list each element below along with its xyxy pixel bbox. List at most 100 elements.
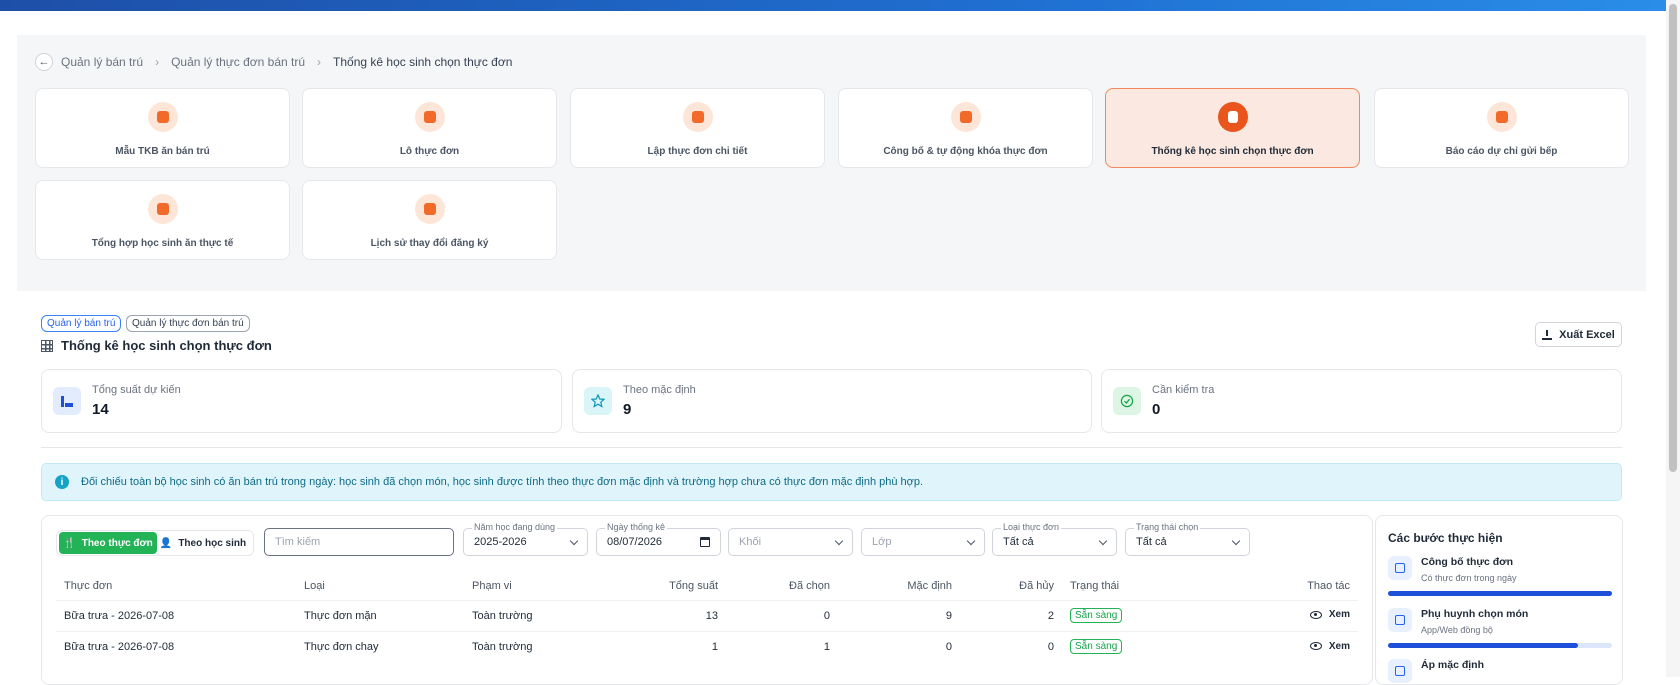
date-value: 08/07/2026 xyxy=(607,536,663,548)
col-status: Trạng thái xyxy=(1070,579,1120,592)
stat-card-review: Cần kiểm tra 0 xyxy=(1101,369,1622,433)
view-button[interactable]: Xem xyxy=(1309,641,1350,652)
toggle-by-student[interactable]: 👤 Theo học sinh xyxy=(157,532,249,554)
nav-card-label: Lập thực đơn chi tiết xyxy=(647,146,748,157)
col-total: Tổng suất xyxy=(669,579,718,592)
info-banner: i Đối chiếu toàn bộ học sinh có ăn bán t… xyxy=(41,463,1622,501)
nav-card-publish-lock[interactable]: Công bố & tự động khóa thực đơn xyxy=(838,88,1093,168)
search-input[interactable]: Tìm kiếm xyxy=(264,528,454,556)
table-row: Bữa trưa - 2026-07-08 Thực đơn chay Toàn… xyxy=(56,630,1358,662)
view-label: Xem xyxy=(1328,609,1350,621)
menu-stats-table: Thực đơn Loại Phạm vi Tổng suất Đã chọn … xyxy=(56,572,1358,662)
dish-icon xyxy=(682,102,713,132)
cell-action: Xem xyxy=(1232,599,1358,631)
step-desc: App/Web đồng bộ xyxy=(1421,625,1493,635)
step-title: Phụ huynh chọn món xyxy=(1421,608,1529,620)
class-select[interactable]: Lớp xyxy=(861,528,985,556)
date-input[interactable]: Ngày thống kê 08/07/2026 xyxy=(596,522,721,556)
nav-card-menu-batch[interactable]: Lô thực đơn xyxy=(302,88,557,168)
cell-status: Sẵn sàng xyxy=(1062,599,1232,631)
view-button[interactable]: Xem xyxy=(1309,609,1350,621)
toggle-by-menu-label: Theo thực đơn xyxy=(81,537,153,549)
cell-total: 1 xyxy=(584,630,726,662)
cell-type: Thực đơn mặn xyxy=(296,599,464,631)
col-type: Loại xyxy=(304,579,325,592)
nav-card-label: Tổng hợp học sinh ăn thực tế xyxy=(91,238,234,249)
tray-icon xyxy=(147,194,178,224)
menu-type-select[interactable]: Loại thực đơn Tất cả xyxy=(992,522,1117,556)
nav-card-actual-meals[interactable]: Tổng hợp học sinh ăn thực tế xyxy=(35,180,290,260)
chevron-down-icon xyxy=(1098,536,1108,546)
steps-title: Các bước thực hiện xyxy=(1388,531,1503,545)
nav-card-label: Mẫu TKB ăn bán trú xyxy=(115,146,210,157)
breadcrumb-item-2[interactable]: Quản lý thực đơn bán trú xyxy=(171,55,305,69)
section-divider xyxy=(41,447,1622,448)
cell-menu: Bữa trưa - 2026-07-08 xyxy=(56,630,296,662)
toggle-by-student-label: Theo học sinh xyxy=(178,537,247,549)
col-cancelled: Đã hủy xyxy=(1019,579,1054,592)
tag-boarding[interactable]: Quản lý bán trú xyxy=(41,315,122,332)
phone-icon xyxy=(1388,608,1412,632)
cell-menu: Bữa trưa - 2026-07-08 xyxy=(56,599,296,631)
calendar-icon xyxy=(147,102,178,132)
cell-action: Xem xyxy=(1232,630,1358,662)
send-icon xyxy=(1388,556,1412,580)
table-header-row: Thực đơn Loại Phạm vi Tổng suất Đã chọn … xyxy=(56,572,1358,600)
status-badge: Sẵn sàng xyxy=(1070,608,1123,623)
info-icon: i xyxy=(55,475,69,489)
stat-value: 0 xyxy=(1152,401,1161,418)
export-excel-button[interactable]: Xuất Excel xyxy=(1535,322,1622,347)
star-icon xyxy=(1388,659,1412,683)
grade-placeholder: Khối xyxy=(739,536,762,548)
page-title-text: Thống kê học sinh chọn thực đơn xyxy=(61,338,272,353)
eye-icon xyxy=(1309,610,1322,619)
nav-card-kitchen-report[interactable]: Báo cáo dự chỉ gửi bếp xyxy=(1374,88,1629,168)
tag-boarding-menu[interactable]: Quản lý thực đơn bán trú xyxy=(126,315,250,332)
breadcrumb-current: Thống kê học sinh chọn thực đơn xyxy=(333,55,513,69)
chevron-down-icon xyxy=(834,536,844,546)
cell-default: 0 xyxy=(838,630,960,662)
school-year-select[interactable]: Năm học đang dùng 2025-2026 xyxy=(463,522,588,556)
scrollbar-thumb[interactable] xyxy=(1669,4,1677,472)
grade-select[interactable]: Khối xyxy=(728,528,853,556)
star-icon xyxy=(584,387,612,415)
col-default: Mặc định xyxy=(907,579,952,592)
status-label: Trạng thái chọn xyxy=(1134,522,1201,532)
navigation-panel: ← Quản lý bán trú › Quản lý thực đơn bán… xyxy=(17,35,1646,291)
stat-label: Theo mặc định xyxy=(623,384,696,396)
nav-card-label: Công bố & tự động khóa thực đơn xyxy=(883,146,1048,157)
class-placeholder: Lớp xyxy=(872,536,892,548)
back-arrow-icon[interactable]: ← xyxy=(35,53,53,71)
nav-card-menu-statistics[interactable]: Thống kê học sinh chọn thực đơn xyxy=(1105,88,1360,168)
box-icon xyxy=(414,102,445,132)
step-title: Công bố thực đơn xyxy=(1421,556,1514,568)
chart-icon xyxy=(1217,102,1248,132)
page-title: Thống kê học sinh chọn thực đơn xyxy=(41,338,272,353)
table-row: Bữa trưa - 2026-07-08 Thực đơn mặn Toàn … xyxy=(56,599,1358,631)
nav-card-lunch-template[interactable]: Mẫu TKB ăn bán trú xyxy=(35,88,290,168)
cell-default: 9 xyxy=(838,599,960,631)
stat-card-total: Tổng suất dự kiến 14 xyxy=(41,369,562,433)
status-badge: Sẵn sàng xyxy=(1070,639,1123,655)
bar-chart-icon xyxy=(53,387,81,415)
stat-label: Tổng suất dự kiến xyxy=(92,384,181,396)
export-excel-label: Xuất Excel xyxy=(1559,328,1615,341)
steps-panel: Các bước thực hiện Công bố thực đơn Có t… xyxy=(1375,515,1623,685)
toggle-by-menu[interactable]: 🍴 Theo thực đơn xyxy=(59,532,157,554)
top-header-bar xyxy=(0,0,1680,11)
nav-card-label: Lịch sử thay đổi đăng ký xyxy=(370,238,489,249)
vertical-scrollbar[interactable] xyxy=(1666,0,1680,677)
col-action: Thao tác xyxy=(1307,579,1350,592)
nav-card-change-history[interactable]: Lịch sử thay đổi đăng ký xyxy=(302,180,557,260)
stat-value: 9 xyxy=(623,401,632,418)
menu-type-value: Tất cả xyxy=(1003,536,1034,548)
calendar-icon[interactable] xyxy=(700,537,710,547)
step-progress xyxy=(1388,591,1612,596)
history-icon xyxy=(414,194,445,224)
search-placeholder: Tìm kiếm xyxy=(275,536,321,548)
status-select[interactable]: Trạng thái chọn Tất cả xyxy=(1125,522,1250,556)
cell-status: Sẵn sàng xyxy=(1062,630,1232,662)
breadcrumb-item-1[interactable]: Quản lý bán trú xyxy=(61,55,143,69)
info-text: Đối chiếu toàn bộ học sinh có ăn bán trú… xyxy=(81,476,924,488)
nav-card-detailed-menu[interactable]: Lập thực đơn chi tiết xyxy=(570,88,825,168)
